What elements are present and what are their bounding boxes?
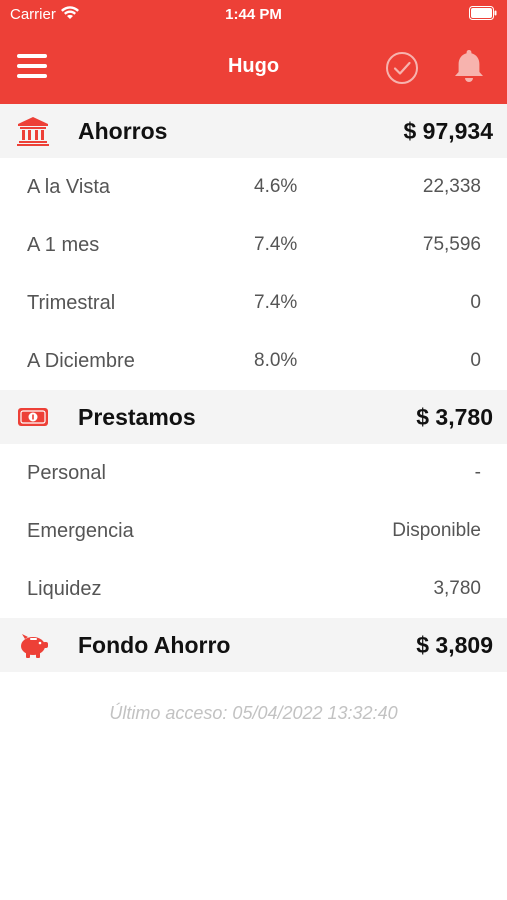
check-circle-icon[interactable] (385, 51, 419, 85)
row-rate: 7.4% (254, 234, 298, 255)
bank-icon (17, 117, 49, 146)
list-item[interactable]: Trimestral 7.4% 0 (0, 274, 507, 332)
list-item[interactable]: A la Vista 4.6% 22,338 (0, 158, 507, 216)
row-label: Personal (27, 462, 106, 484)
list-item[interactable]: A Diciembre 8.0% 0 (0, 332, 507, 390)
list-item[interactable]: A 1 mes 7.4% 75,596 (0, 216, 507, 274)
row-label: Trimestral (27, 292, 116, 314)
row-rate: 4.6% (254, 176, 298, 197)
battery-icon (469, 6, 497, 20)
row-label: A 1 mes (27, 234, 100, 256)
section-total: $ 3,780 (416, 404, 493, 430)
section-title: Prestamos (78, 404, 196, 430)
last-access-text: Último acceso: 05/04/2022 13:32:40 (109, 703, 398, 723)
status-bar: Carrier 1:44 PM (0, 0, 507, 28)
section-ahorros-header[interactable]: Ahorros $ 97,934 (0, 104, 507, 158)
list-item[interactable]: Personal - (0, 444, 507, 502)
section-prestamos-header[interactable]: Prestamos $ 3,780 (0, 390, 507, 444)
money-icon (18, 408, 48, 426)
section-total: $ 97,934 (403, 118, 493, 144)
section-title: Ahorros (78, 118, 168, 144)
row-amount: 0 (470, 350, 481, 371)
row-amount: 0 (470, 292, 481, 313)
clock: 1:44 PM (225, 6, 282, 23)
row-label: Emergencia (27, 520, 134, 542)
page-title: Hugo (227, 55, 280, 77)
row-amount: - (474, 462, 481, 483)
bell-icon[interactable] (453, 48, 485, 84)
app-header: Carrier 1:44 PM Hugo (0, 0, 507, 104)
row-rate: 8.0% (254, 350, 298, 371)
row-rate: 7.4% (254, 292, 298, 313)
section-fondo-header[interactable]: Fondo Ahorro $ 3,809 (0, 618, 507, 672)
row-label: Liquidez (27, 578, 102, 600)
piggy-bank-icon (21, 634, 48, 658)
list-item[interactable]: Liquidez 3,780 (0, 560, 507, 618)
row-label: A la Vista (27, 176, 111, 198)
row-amount: 75,596 (422, 234, 481, 255)
section-title: Fondo Ahorro (78, 632, 231, 658)
row-amount: Disponible (392, 520, 481, 541)
row-label: A Diciembre (27, 350, 135, 372)
row-amount: 22,338 (422, 176, 481, 197)
row-amount: 3,780 (433, 578, 481, 599)
list-item[interactable]: Emergencia Disponible (0, 502, 507, 560)
section-total: $ 3,809 (416, 632, 493, 658)
